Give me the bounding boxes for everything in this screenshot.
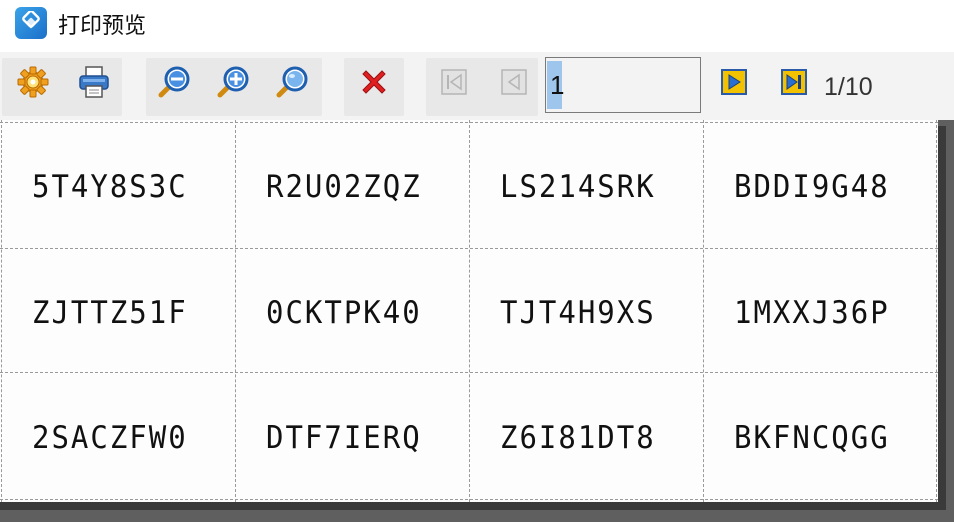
label-cell: DTF7IERQ [266, 374, 500, 500]
last-page-button[interactable] [774, 62, 814, 102]
zoom-fit-icon [276, 66, 308, 98]
close-icon [362, 70, 386, 94]
label-code: TJT4H9XS [500, 293, 656, 331]
label-cell: BKFNCQGG [734, 374, 954, 500]
gear-icon [17, 66, 49, 98]
app-logo-icon [15, 7, 47, 39]
label-cell: Z6I81DT8 [500, 374, 734, 500]
print-button[interactable] [74, 62, 114, 102]
label-cell: 5T4Y8S3C [32, 123, 266, 249]
label-cell: 0CKTPK40 [266, 249, 500, 375]
next-page-button[interactable] [714, 62, 754, 102]
settings-button[interactable] [13, 62, 53, 102]
first-page-button[interactable] [434, 62, 474, 102]
last-page-icon [781, 69, 807, 95]
label-code: 5T4Y8S3C [32, 167, 188, 205]
label-code: BDDI9G48 [734, 167, 890, 205]
printer-icon [79, 66, 109, 98]
label-cell: TJT4H9XS [500, 249, 734, 375]
first-page-icon [441, 69, 467, 95]
label-cell: BDDI9G48 [734, 123, 954, 249]
label-code: 1MXXJ36P [734, 293, 890, 331]
zoom-in-button[interactable] [213, 62, 253, 102]
previous-page-button[interactable] [494, 62, 534, 102]
page-count-label: 1/10 [824, 73, 873, 101]
label-code: LS214SRK [500, 167, 656, 205]
preview-area[interactable]: 5T4Y8S3C R2U02ZQZ LS214SRK BDDI9G48 ZJTT… [0, 120, 954, 522]
label-code: BKFNCQGG [734, 418, 890, 456]
label-cell: 1MXXJ36P [734, 249, 954, 375]
label-code: ZJTTZ51F [32, 293, 188, 331]
zoom-in-icon [217, 66, 249, 98]
next-page-icon [721, 69, 747, 95]
label-code: 2SACZFW0 [32, 418, 188, 456]
title-bar: 打印预览 [0, 0, 954, 46]
print-preview-window: 打印预览 1 1/10 5T4Y8S3C R2U02ZQZ LS214SRK B… [0, 0, 954, 522]
label-cell: R2U02ZQZ [266, 123, 500, 249]
zoom-out-icon [158, 66, 190, 98]
label-code: DTF7IERQ [266, 418, 422, 456]
toolbar [0, 52, 954, 120]
close-preview-button[interactable] [354, 62, 394, 102]
previous-page-icon [501, 69, 527, 95]
label-sheet: 5T4Y8S3C R2U02ZQZ LS214SRK BDDI9G48 ZJTT… [0, 120, 938, 502]
label-code: R2U02ZQZ [266, 167, 422, 205]
paper-shadow [0, 502, 946, 510]
page-number-input[interactable] [545, 57, 701, 113]
grid-divider [1, 120, 2, 502]
zoom-out-button[interactable] [154, 62, 194, 102]
label-cell: 2SACZFW0 [32, 374, 266, 500]
label-cell: LS214SRK [500, 123, 734, 249]
label-code: Z6I81DT8 [500, 418, 656, 456]
window-title: 打印预览 [58, 14, 147, 39]
label-cell: ZJTTZ51F [32, 249, 266, 375]
label-code: 0CKTPK40 [266, 293, 422, 331]
zoom-fit-button[interactable] [272, 62, 312, 102]
